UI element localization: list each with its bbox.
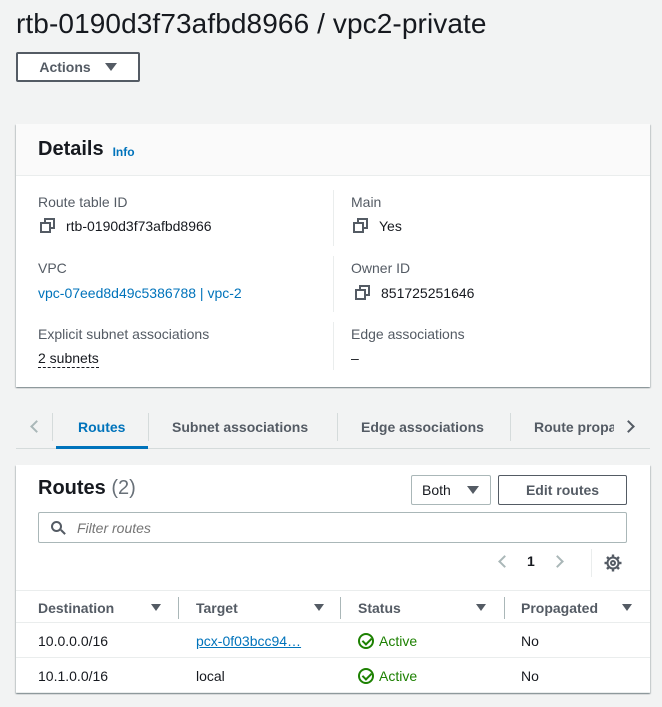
info-link[interactable]: Info: [113, 145, 135, 159]
destination-cell: 10.0.0.0/16: [38, 632, 109, 649]
scroll-left-icon[interactable]: [24, 415, 44, 437]
owner-id-value: 851725251646: [355, 285, 474, 301]
sort-down-icon[interactable]: [476, 604, 486, 611]
routes-title: Routes (2): [38, 477, 136, 500]
table-row: 10.0.0.0/16 pcx-0f03bcc94… Active No: [16, 623, 650, 658]
main-label: Main: [351, 194, 382, 210]
scroll-right-icon[interactable]: [620, 415, 640, 437]
gear-icon[interactable]: [604, 554, 622, 572]
sort-down-icon[interactable]: [622, 604, 632, 611]
edge-assoc-value: –: [351, 350, 359, 366]
pagination: 1: [498, 553, 564, 569]
column-divider: [333, 322, 334, 370]
target-link[interactable]: pcx-0f03bcc94…: [196, 623, 301, 658]
destination-cell: 10.1.0.0/16: [38, 667, 109, 684]
search-icon: [51, 520, 66, 535]
route-table-id-value: rtb-0190d3f73afbd8966: [40, 218, 212, 234]
column-header-destination[interactable]: Destination: [38, 591, 114, 624]
status-text: Active: [379, 632, 418, 649]
column-divider: [333, 256, 334, 312]
target-cell: local: [196, 667, 225, 684]
sort-down-icon[interactable]: [314, 604, 324, 611]
tab-edge-associations[interactable]: Edge associations: [361, 405, 484, 449]
column-divider: [333, 190, 334, 246]
owner-id-label: Owner ID: [351, 260, 411, 276]
tab-divider: [52, 413, 53, 441]
column-resizer[interactable]: [504, 597, 505, 619]
routes-count: (2): [111, 477, 136, 499]
next-page-icon[interactable]: [550, 554, 564, 568]
status-cell: Active: [358, 658, 417, 693]
tab-routes[interactable]: Routes: [78, 405, 125, 449]
vpc-label: VPC: [38, 260, 67, 276]
tab-divider: [510, 413, 511, 441]
tab-divider: [337, 413, 338, 441]
status-cell: Active: [358, 623, 417, 658]
tab-route-propagation-clip: Route propagation: [534, 405, 614, 449]
routes-panel: Routes (2) Both Edit routes 1 Destinatio…: [16, 465, 650, 693]
subnets-popover-trigger[interactable]: 2 subnets: [38, 350, 99, 368]
tab-route-propagation[interactable]: Route propagation: [534, 405, 614, 449]
table-row: 10.1.0.0/16 local Active No: [16, 658, 650, 693]
status-text: Active: [379, 667, 418, 684]
vpc-link[interactable]: vpc-07eed8d49c5386788 | vpc-2: [38, 285, 242, 301]
active-tab-indicator: [56, 446, 148, 449]
owner-id-text: 851725251646: [381, 285, 475, 301]
edit-routes-button[interactable]: Edit routes: [498, 475, 627, 505]
actions-label: Actions: [39, 59, 91, 75]
caret-down-icon: [104, 63, 117, 71]
filter-routes-input[interactable]: [75, 518, 615, 537]
route-filter-value: Both: [422, 482, 451, 498]
route-table-id-label: Route table ID: [38, 194, 128, 210]
routes-table-header: Destination Target Status Propagated: [16, 590, 650, 623]
explicit-subnet-label: Explicit subnet associations: [38, 326, 210, 342]
actions-button[interactable]: Actions: [16, 52, 140, 82]
explicit-subnet-value[interactable]: 2 subnets: [38, 350, 99, 368]
routes-title-text: Routes: [38, 477, 106, 499]
tab-subnet-associations[interactable]: Subnet associations: [172, 405, 308, 449]
copy-icon[interactable]: [355, 285, 371, 301]
propagated-cell: No: [521, 667, 539, 684]
page-number[interactable]: 1: [527, 553, 535, 569]
main-text: Yes: [379, 218, 402, 234]
route-table-id-text: rtb-0190d3f73afbd8966: [66, 218, 212, 234]
details-panel: Details Info Route table ID rtb-0190d3f7…: [16, 124, 650, 387]
tab-divider: [148, 413, 149, 441]
previous-page-icon[interactable]: [498, 554, 511, 568]
check-circle-icon: [358, 632, 374, 649]
column-header-status[interactable]: Status: [358, 591, 401, 624]
column-resizer[interactable]: [178, 597, 179, 619]
route-filter-select[interactable]: Both: [411, 475, 491, 505]
filter-routes-field[interactable]: [38, 512, 627, 543]
details-header: Details Info: [16, 124, 650, 176]
sort-down-icon[interactable]: [151, 604, 161, 611]
propagated-cell: No: [521, 632, 539, 649]
caret-down-icon: [466, 486, 479, 494]
copy-icon[interactable]: [353, 218, 369, 234]
check-circle-icon: [358, 667, 374, 684]
column-resizer[interactable]: [340, 597, 341, 619]
details-title: Details: [38, 138, 104, 160]
main-value: Yes: [353, 218, 402, 234]
copy-icon[interactable]: [40, 218, 56, 234]
page-title: rtb-0190d3f73afbd8966 / vpc2-private: [16, 8, 487, 39]
tabs-bar: Routes Subnet associations Edge associat…: [16, 405, 650, 449]
column-header-target[interactable]: Target: [196, 591, 238, 624]
edge-assoc-label: Edge associations: [351, 326, 465, 342]
pager-divider: [591, 549, 592, 577]
column-header-propagated[interactable]: Propagated: [521, 591, 598, 624]
